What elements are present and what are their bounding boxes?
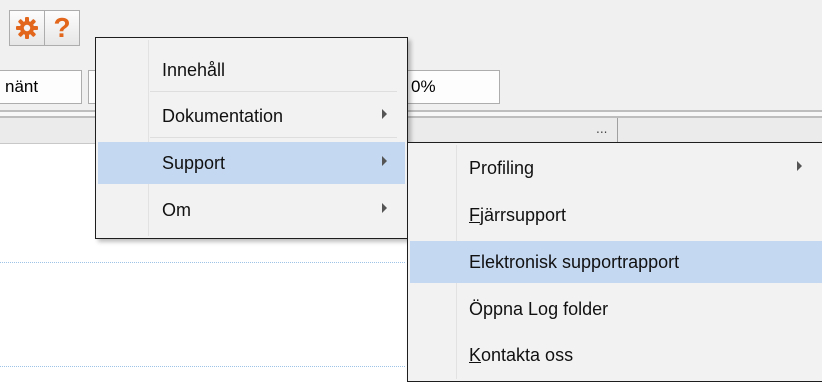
menu-item-om[interactable]: Om [98,189,405,231]
toolbar-field-left[interactable]: nänt [0,70,82,104]
toolbar-field-right-text: 0% [411,77,436,96]
gear-icon [16,17,38,39]
label-rest: ontakta oss [481,344,574,365]
column-divider[interactable] [617,118,618,144]
toolbar-field-left-text: nänt [5,77,39,96]
menu-separator [150,91,397,92]
submenu-item-kontakta-oss[interactable]: Kontakta oss [410,334,822,376]
help-menu: Innehåll Dokumentation Support Om [95,37,408,239]
menu-separator [150,137,397,138]
help-button[interactable]: ? [44,10,80,46]
column-ellipsis: ... [596,122,608,136]
submenu-item-profiling[interactable]: Profiling [410,147,822,189]
menu-item-label: Elektronisk supportrapport [469,251,680,272]
submenu-arrow-icon [382,203,387,213]
menu-item-label: Öppna Log folder [469,298,609,319]
row-divider [0,366,405,367]
submenu-arrow-icon [382,156,387,166]
mnemonic: K [469,344,482,365]
submenu-arrow-icon [797,161,802,171]
menu-item-label: Support [162,152,226,173]
label-rest: järrsupport [480,204,567,225]
help-icon: ? [53,12,71,43]
submenu-arrow-icon [382,109,387,119]
settings-button[interactable] [9,10,45,46]
submenu-item-fjarrsupport[interactable]: Fjärrsupport [410,194,822,236]
toolbar-field-right[interactable]: 0% [396,70,500,104]
submenu-item-elektronisk-supportrapport[interactable]: Elektronisk supportrapport [410,241,822,283]
menu-item-dokumentation[interactable]: Dokumentation [98,95,405,138]
menu-item-label: Fjärrsupport [469,205,566,226]
menu-item-label: Om [162,199,191,220]
menu-item-support[interactable]: Support [98,142,405,184]
menu-item-innehall[interactable]: Innehåll [98,49,405,92]
menu-item-label: Innehåll [162,59,226,80]
menu-item-label: Profiling [469,157,535,178]
menu-item-label: Dokumentation [162,105,284,126]
support-submenu: Profiling Fjärrsupport Elektronisk suppo… [407,142,822,382]
submenu-item-oppna-log-folder[interactable]: Öppna Log folder [410,288,822,330]
menu-item-label: Kontakta oss [469,345,573,366]
row-divider [0,262,405,263]
mnemonic: F [469,204,480,225]
